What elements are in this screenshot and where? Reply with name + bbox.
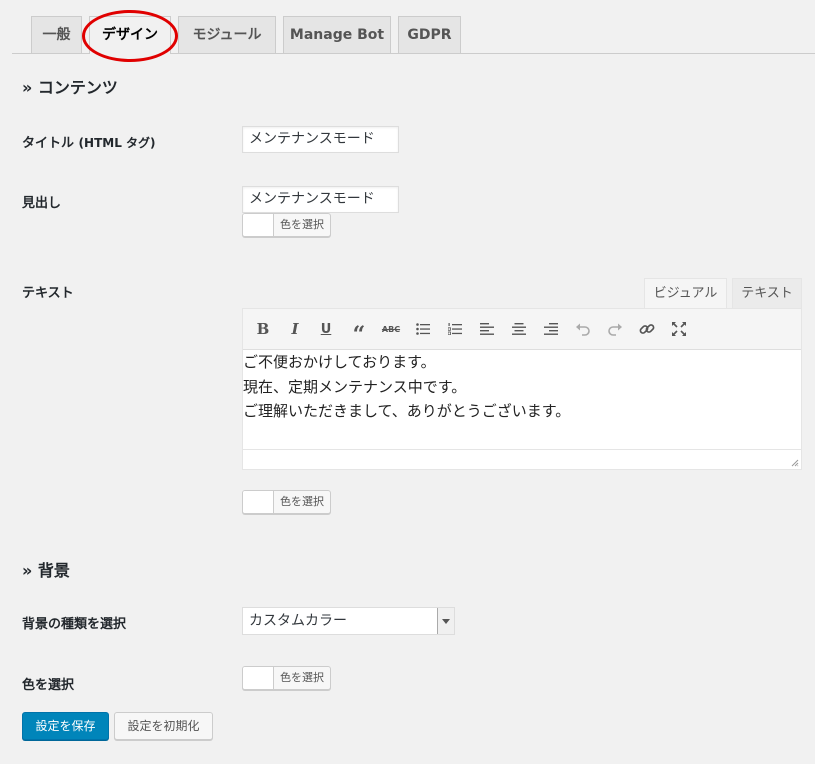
strikethrough-icon[interactable]: ABC <box>379 317 403 341</box>
background-type-value: カスタムカラー <box>249 613 347 629</box>
background-color-button-label: 色を選択 <box>280 671 324 684</box>
resize-handle-icon[interactable] <box>791 459 799 467</box>
chevron-down-icon <box>437 608 454 634</box>
link-icon[interactable] <box>635 317 659 341</box>
editor-tab-text[interactable]: テキスト <box>732 278 802 308</box>
background-color-button[interactable]: 色を選択 <box>242 666 331 690</box>
rich-text-editor: B I U “ ABC ご不便おかけしております。 現在、定期メンテナンス中です… <box>242 308 802 470</box>
editor-statusbar <box>243 449 801 469</box>
align-center-icon[interactable] <box>507 317 531 341</box>
content-section-title: » コンテンツ <box>22 78 118 97</box>
heading-label: 見出し <box>22 196 62 211</box>
reset-settings-button[interactable]: 設定を初期化 <box>114 712 213 740</box>
title-label: タイトル (HTML タグ) <box>22 132 156 151</box>
text-label: テキスト <box>22 286 74 301</box>
tab-gdpr[interactable]: GDPR <box>398 16 461 53</box>
tab-modules[interactable]: モジュール <box>178 16 276 53</box>
bold-icon[interactable]: B <box>251 317 275 341</box>
italic-icon[interactable]: I <box>283 317 307 341</box>
color-swatch <box>243 491 274 513</box>
heading-color-button-label: 色を選択 <box>280 218 324 231</box>
fullscreen-icon[interactable] <box>667 317 691 341</box>
tab-bar: 一般 デザイン モジュール Manage Bot GDPR <box>0 0 815 62</box>
background-type-select[interactable]: カスタムカラー <box>242 607 455 635</box>
redo-icon[interactable] <box>603 317 627 341</box>
color-swatch <box>243 214 274 236</box>
numbered-list-icon[interactable] <box>443 317 467 341</box>
editor-line: 現在、定期メンテナンス中です。 <box>243 377 467 396</box>
blockquote-icon[interactable]: “ <box>347 317 371 348</box>
editor-tab-visual[interactable]: ビジュアル <box>644 278 727 308</box>
highlight-ring <box>82 10 178 62</box>
save-settings-button[interactable]: 設定を保存 <box>22 712 109 740</box>
background-type-label: 背景の種類を選択 <box>22 617 127 632</box>
tab-manage-bot[interactable]: Manage Bot <box>283 16 391 53</box>
title-label-suffix: (HTML タグ) <box>78 136 156 150</box>
editor-line: ご不便おかけしております。 <box>243 353 436 371</box>
editor-toolbar: B I U “ ABC <box>243 309 801 350</box>
text-color-button-label: 色を選択 <box>280 495 324 508</box>
background-color-label: 色を選択 <box>22 678 75 693</box>
text-color-button[interactable]: 色を選択 <box>242 490 331 514</box>
bullet-list-icon[interactable] <box>411 317 435 341</box>
heading-color-button[interactable]: 色を選択 <box>242 213 331 237</box>
editor-line: ご理解いただきまして、ありがとうございます。 <box>243 402 571 420</box>
align-left-icon[interactable] <box>475 317 499 341</box>
undo-icon[interactable] <box>571 317 595 341</box>
align-right-icon[interactable] <box>539 317 563 341</box>
underline-icon[interactable]: U <box>314 317 338 341</box>
title-input[interactable]: メンテナンスモード <box>242 126 399 153</box>
editor-content[interactable]: ご不便おかけしております。 現在、定期メンテナンス中です。 ご理解いただきまして… <box>243 350 801 424</box>
heading-input[interactable]: メンテナンスモード <box>242 186 399 213</box>
tab-general[interactable]: 一般 <box>31 16 82 53</box>
title-label-text: タイトル <box>22 136 75 151</box>
color-swatch <box>243 667 274 689</box>
background-section-title: » 背景 <box>22 561 70 580</box>
